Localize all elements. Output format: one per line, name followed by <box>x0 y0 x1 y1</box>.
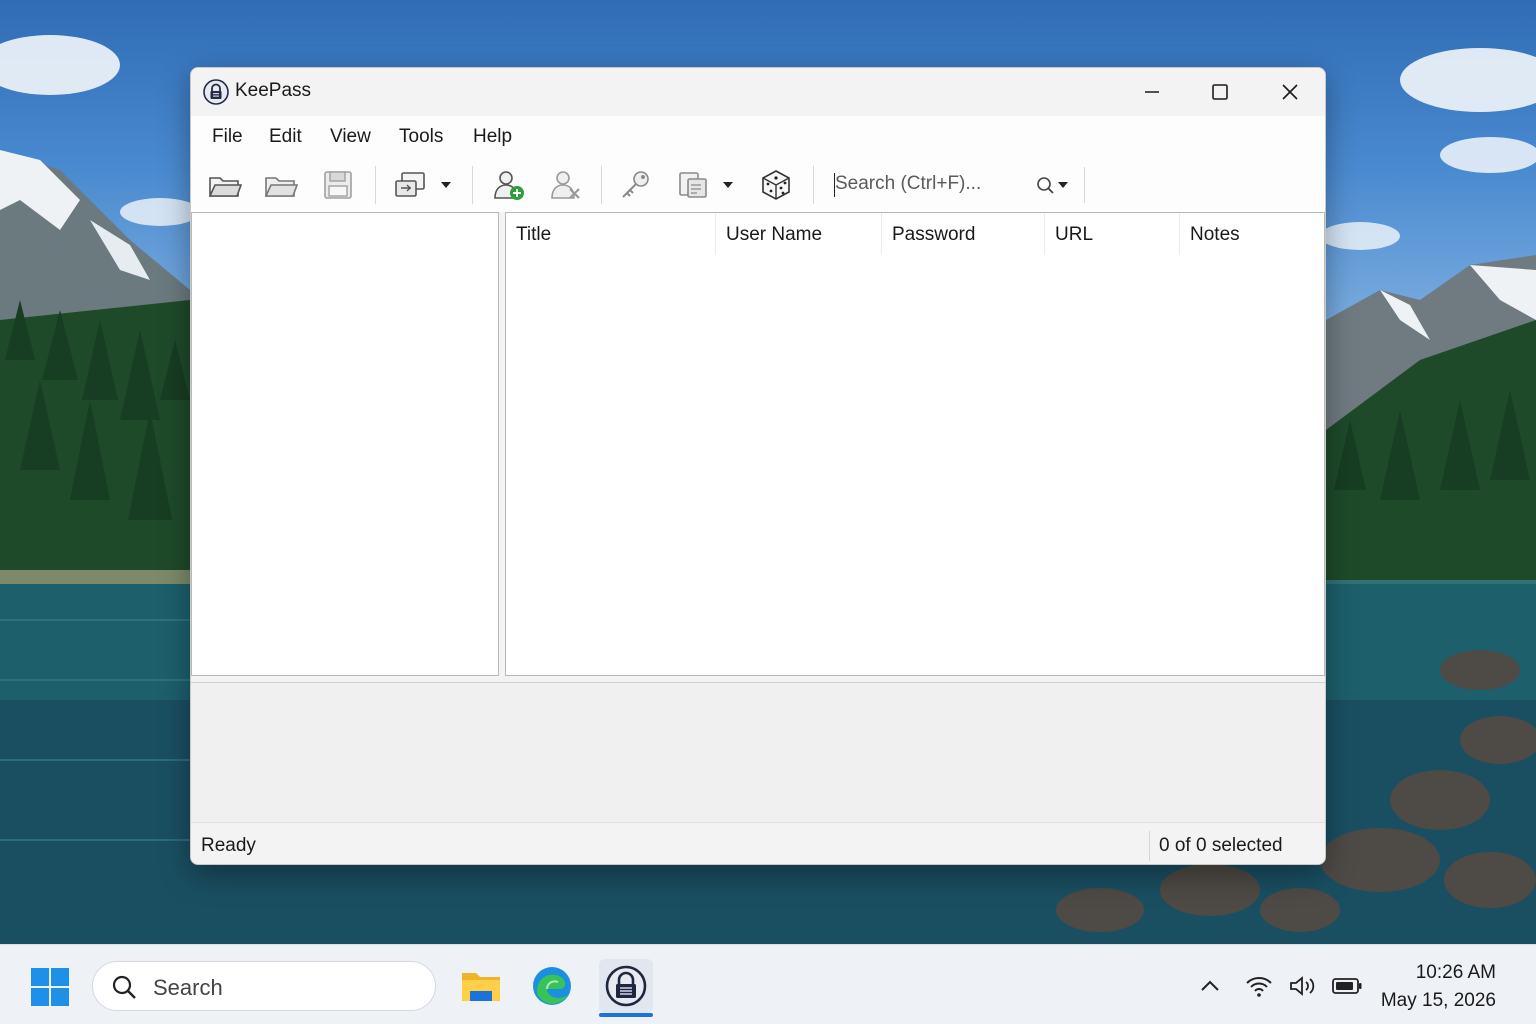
key-button[interactable] <box>617 167 653 203</box>
open-database-button[interactable] <box>263 167 299 203</box>
selection-count: 0 of 0 selected <box>1159 835 1283 856</box>
title-bar[interactable]: KeePass <box>191 68 1325 116</box>
menu-tools[interactable]: Tools <box>399 126 443 148</box>
chevron-down-icon[interactable] <box>721 178 735 192</box>
status-separator <box>1149 831 1150 861</box>
taskbar-app-edge[interactable] <box>525 959 579 1013</box>
status-text: Ready <box>201 835 256 856</box>
save-icon <box>324 171 352 199</box>
windows-start-icon[interactable] <box>30 967 70 1007</box>
add-entry-button[interactable] <box>491 167 527 203</box>
taskbar-search-label: Search <box>153 975 223 1000</box>
edge-browser-icon <box>533 967 571 1005</box>
network-button[interactable] <box>1244 971 1274 1001</box>
copy-icon <box>679 172 707 198</box>
close-button[interactable] <box>1257 68 1323 116</box>
clock[interactable]: 10:26 AM May 15, 2026 <box>1370 959 1496 1015</box>
toolbar-separator <box>601 166 602 204</box>
menu-view[interactable]: View <box>330 126 371 148</box>
new-database-icon <box>208 177 242 197</box>
column-header-notes[interactable]: Notes <box>1180 213 1324 255</box>
taskbar-app-keepass[interactable] <box>599 959 653 1013</box>
toolbar: Search (Ctrl+F)... <box>191 158 1325 212</box>
delete-entry-icon <box>551 171 580 199</box>
menu-bar: File Edit View Tools Help <box>191 116 1325 158</box>
menu-edit[interactable]: Edit <box>269 126 302 148</box>
entry-list[interactable]: Title User Name Password URL Notes <box>505 212 1325 676</box>
battery-icon <box>1332 978 1362 994</box>
password-generator-button[interactable] <box>758 167 794 203</box>
close-icon <box>1282 84 1298 100</box>
search-options-icon[interactable] <box>1035 175 1075 197</box>
maximize-icon <box>1212 84 1228 100</box>
search-placeholder: Search (Ctrl+F)... <box>835 173 982 194</box>
column-header-user-name[interactable]: User Name <box>716 213 882 255</box>
clock-date: May 15, 2026 <box>1380 990 1496 1011</box>
save-button[interactable] <box>320 167 356 203</box>
wifi-icon <box>1246 977 1272 997</box>
column-header-password[interactable]: Password <box>882 213 1045 255</box>
file-explorer-icon <box>462 973 500 1001</box>
toolbar-separator <box>813 166 814 204</box>
group-tree[interactable] <box>191 212 499 676</box>
key-icon <box>622 171 649 198</box>
new-database-button[interactable] <box>207 167 243 203</box>
clock-time: 10:26 AM <box>1415 962 1496 983</box>
open-database-icon <box>264 177 298 197</box>
taskbar-search[interactable]: Search <box>92 961 436 1011</box>
speaker-icon <box>1290 976 1315 996</box>
copy-button[interactable] <box>675 167 711 203</box>
window-title: KeePass <box>235 80 312 101</box>
active-app-indicator <box>599 1013 653 1017</box>
column-header-title[interactable]: Title <box>506 213 716 255</box>
add-entry-icon <box>494 171 524 200</box>
menu-help[interactable]: Help <box>473 126 512 148</box>
volume-button[interactable] <box>1288 971 1318 1001</box>
battery-button[interactable] <box>1332 971 1362 1001</box>
keepass-icon <box>605 965 647 1007</box>
chevron-down-icon[interactable] <box>439 178 453 192</box>
minimize-button[interactable] <box>1119 68 1185 116</box>
search-icon <box>112 975 136 999</box>
status-bar: Ready 0 of 0 selected <box>191 822 1325 864</box>
delete-entry-button[interactable] <box>548 167 584 203</box>
taskbar: Search 10:26 AM May 15, 2026 <box>0 944 1536 1024</box>
password-generator-dice-icon <box>762 170 790 200</box>
search-field[interactable]: Search (Ctrl+F)... <box>827 167 1085 203</box>
toolbar-separator <box>375 166 376 204</box>
taskbar-app-file-explorer[interactable] <box>454 959 508 1013</box>
column-header-url[interactable]: URL <box>1045 213 1180 255</box>
minimize-icon <box>1145 91 1159 93</box>
sync-button[interactable] <box>393 167 429 203</box>
keepass-app-icon <box>203 79 229 105</box>
entry-details-pane <box>191 682 1325 822</box>
show-hidden-icons-button[interactable] <box>1195 971 1225 1001</box>
sync-icon <box>395 172 425 197</box>
chevron-up-icon <box>1201 980 1219 991</box>
maximize-button[interactable] <box>1187 68 1253 116</box>
toolbar-separator <box>472 166 473 204</box>
keepass-window: KeePass File Edit View Tools Help Search… <box>190 67 1326 865</box>
menu-file[interactable]: File <box>212 126 243 148</box>
